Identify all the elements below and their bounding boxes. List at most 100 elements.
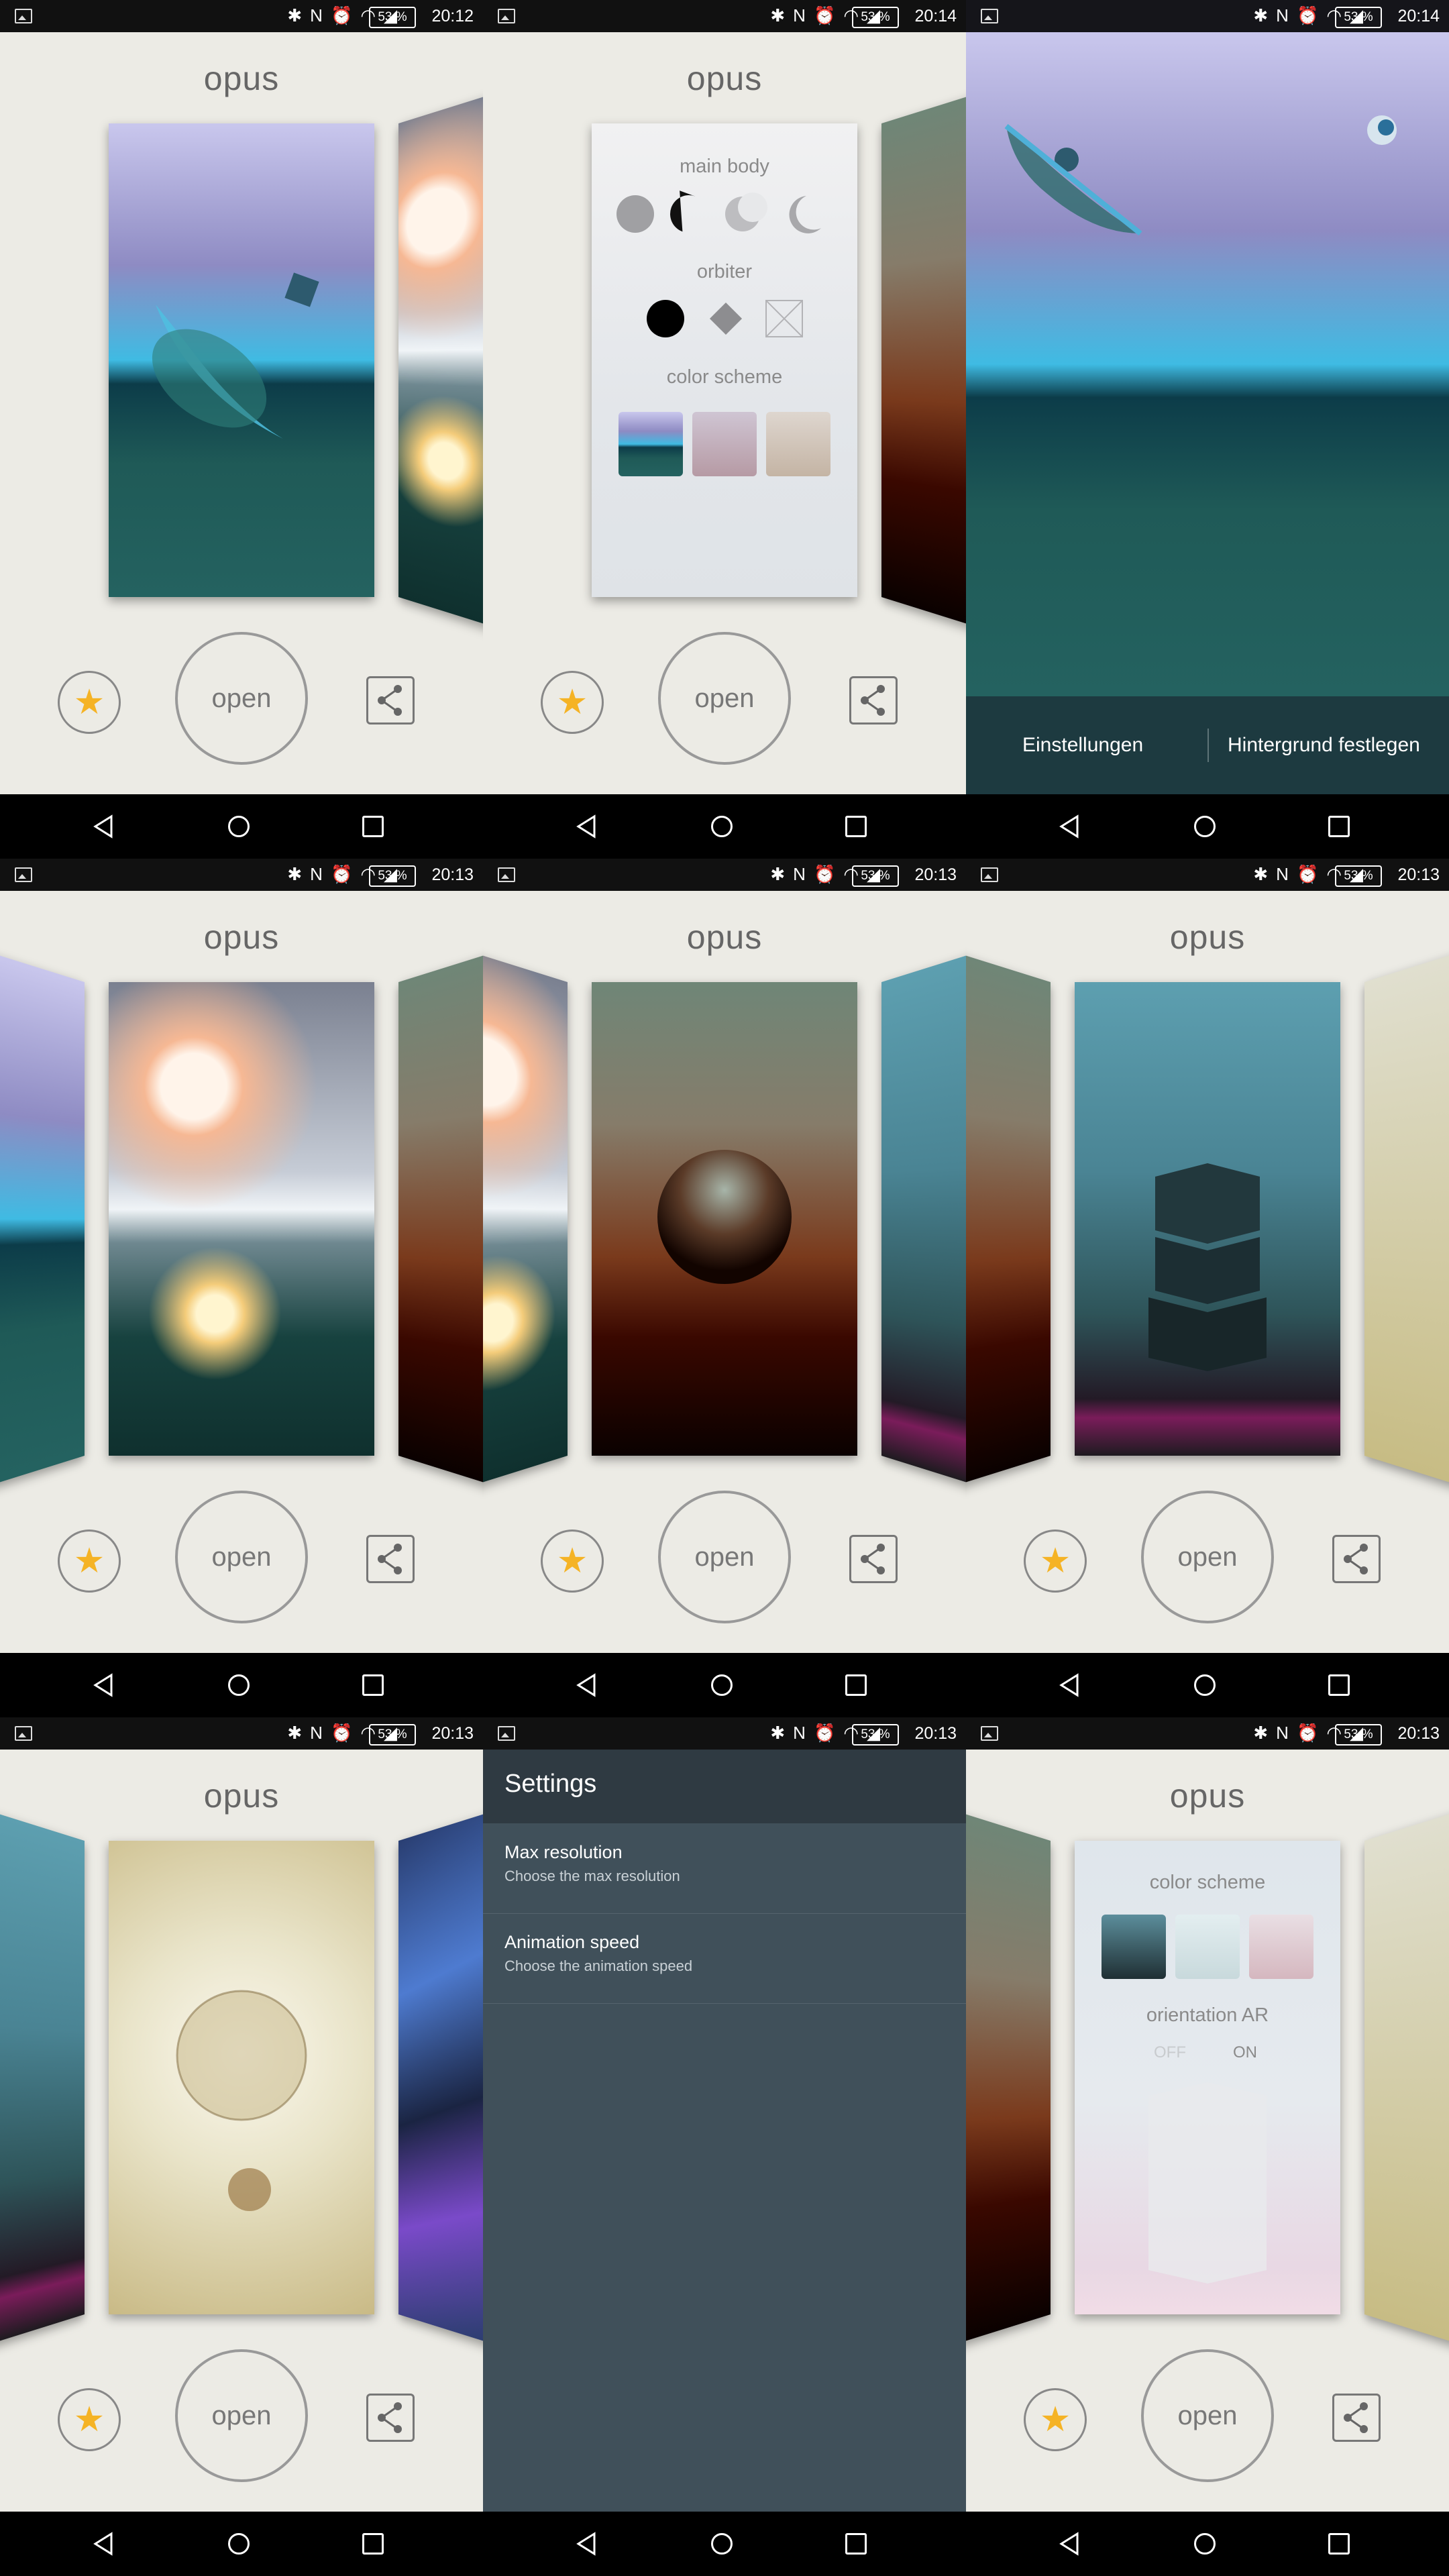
home-icon[interactable] [711, 2533, 733, 2555]
wallpaper-card-disc[interactable] [109, 123, 374, 597]
setting-max-resolution[interactable]: Max resolution Choose the max resolution [483, 1823, 966, 1914]
app-content: opus main body orbiter color scheme ★ op… [483, 32, 966, 794]
battery-indicator: 53 % [852, 7, 899, 28]
share-button[interactable] [1332, 2394, 1381, 2442]
recents-icon[interactable] [362, 2533, 384, 2555]
status-bar: ✱ N ⏰ ◠ ◢ 53 % 20:13 [966, 859, 1449, 891]
wallpaper-card-sphere[interactable] [592, 982, 857, 1456]
share-button[interactable] [366, 1535, 415, 1583]
orientation-on[interactable]: ON [1233, 2043, 1257, 2062]
setting-subtitle: Choose the animation speed [504, 1957, 693, 1974]
clock: 20:13 [1397, 865, 1440, 884]
recents-icon[interactable] [362, 1674, 384, 1696]
home-icon[interactable] [1194, 1674, 1216, 1696]
share-button[interactable] [849, 676, 898, 724]
screen-3: ✱ N ⏰ ◠ ◢ 53 % 20:14 Einstellungen Hintergru… [966, 0, 1449, 859]
open-button[interactable]: open [175, 2349, 308, 2482]
recents-icon[interactable] [845, 816, 867, 837]
wallpaper-card-prev[interactable] [0, 941, 85, 1497]
settings-title: Settings [504, 1770, 597, 1798]
gallery-icon [498, 867, 515, 882]
wallpaper-card-next[interactable] [398, 1800, 483, 2355]
screen-8-settings: ✱ N ⏰ ◠ ◢ 53 % 20:13 Settings Max resolution… [483, 1717, 966, 2576]
home-icon[interactable] [711, 816, 733, 837]
share-button[interactable] [849, 1535, 898, 1583]
wallpaper-card-next[interactable] [881, 83, 966, 638]
back-icon[interactable] [91, 1673, 115, 1697]
home-icon[interactable] [711, 1674, 733, 1696]
home-icon[interactable] [1194, 816, 1216, 837]
favorite-button[interactable]: ★ [58, 2388, 121, 2451]
orientation-off[interactable]: OFF [1154, 2043, 1186, 2062]
wallpaper-card-next[interactable] [1364, 941, 1449, 1497]
wallpaper-card-bubbles[interactable] [109, 1841, 374, 2314]
settings-button[interactable]: Einstellungen [1022, 696, 1143, 794]
back-icon[interactable] [1057, 2532, 1081, 2556]
wallpaper-card-sun[interactable] [109, 982, 374, 1456]
favorite-button[interactable]: ★ [541, 1529, 604, 1593]
setting-animation-speed[interactable]: Animation speed Choose the animation spe… [483, 1913, 966, 2004]
favorite-button[interactable]: ★ [58, 1529, 121, 1593]
share-icon [1344, 2402, 1368, 2433]
color-scheme-option-3[interactable] [1249, 1915, 1313, 1979]
app-content: opus ★ open [966, 891, 1449, 1653]
screen-5: ✱ N ⏰ ◠ ◢ 53 % 20:13 opus ★ open [483, 859, 966, 1717]
gallery-icon [981, 1726, 998, 1741]
home-icon[interactable] [1194, 2533, 1216, 2555]
back-icon[interactable] [574, 814, 598, 839]
wallpaper-card-prev[interactable] [483, 941, 568, 1497]
wallpaper-card-next[interactable] [398, 83, 483, 638]
wallpaper-card-prev[interactable] [966, 941, 1051, 1497]
open-button[interactable]: open [175, 1491, 308, 1623]
wallpaper-card-next[interactable] [1364, 1800, 1449, 2355]
clock: 20:12 [431, 7, 474, 25]
favorite-button[interactable]: ★ [541, 671, 604, 734]
open-button[interactable]: open [658, 1491, 791, 1623]
back-icon[interactable] [1057, 1673, 1081, 1697]
color-scheme-label: color scheme [666, 366, 783, 388]
open-button[interactable]: open [658, 632, 791, 765]
color-scheme-option-3[interactable] [766, 412, 830, 476]
share-button[interactable] [366, 2394, 415, 2442]
app-content: opus color scheme orientation AR OFF ON … [966, 1750, 1449, 2512]
color-scheme-option-2[interactable] [692, 412, 757, 476]
home-icon[interactable] [228, 816, 250, 837]
disc-object [1004, 115, 1397, 236]
recents-icon[interactable] [845, 2533, 867, 2555]
wallpaper-card-prev[interactable] [0, 1800, 85, 2355]
color-scheme-option-1[interactable] [1102, 1915, 1166, 1979]
color-scheme-option-2[interactable] [1175, 1915, 1240, 1979]
back-icon[interactable] [91, 2532, 115, 2556]
orbiter-options[interactable] [645, 295, 806, 342]
recents-icon[interactable] [1328, 2533, 1350, 2555]
back-icon[interactable] [574, 2532, 598, 2556]
clock: 20:13 [914, 865, 957, 884]
set-wallpaper-button[interactable]: Hintergrund festlegen [1228, 696, 1420, 794]
wallpaper-card-next[interactable] [881, 941, 966, 1497]
share-button[interactable] [1332, 1535, 1381, 1583]
star-icon: ★ [73, 2400, 105, 2439]
home-icon[interactable] [228, 1674, 250, 1696]
recents-icon[interactable] [1328, 816, 1350, 837]
main-body-options[interactable] [612, 191, 840, 237]
open-button[interactable]: open [175, 632, 308, 765]
open-button[interactable]: open [1141, 2349, 1274, 2482]
favorite-button[interactable]: ★ [1024, 1529, 1087, 1593]
wallpaper-card-next[interactable] [398, 941, 483, 1497]
open-button[interactable]: open [1141, 1491, 1274, 1623]
recents-icon[interactable] [1328, 1674, 1350, 1696]
home-icon[interactable] [228, 2533, 250, 2555]
back-icon[interactable] [574, 1673, 598, 1697]
back-icon[interactable] [91, 814, 115, 839]
favorite-button[interactable]: ★ [1024, 2388, 1087, 2451]
share-button[interactable] [366, 676, 415, 724]
back-icon[interactable] [1057, 814, 1081, 839]
divider [1208, 729, 1209, 762]
favorite-button[interactable]: ★ [58, 671, 121, 734]
wallpaper-card-prev[interactable] [966, 1800, 1051, 2355]
recents-icon[interactable] [362, 816, 384, 837]
recents-icon[interactable] [845, 1674, 867, 1696]
color-scheme-option-1[interactable] [619, 412, 683, 476]
screen-9: ✱ N ⏰ ◠ ◢ 53 % 20:13 opus color scheme orien… [966, 1717, 1449, 2576]
wallpaper-card-cube[interactable] [1075, 982, 1340, 1456]
